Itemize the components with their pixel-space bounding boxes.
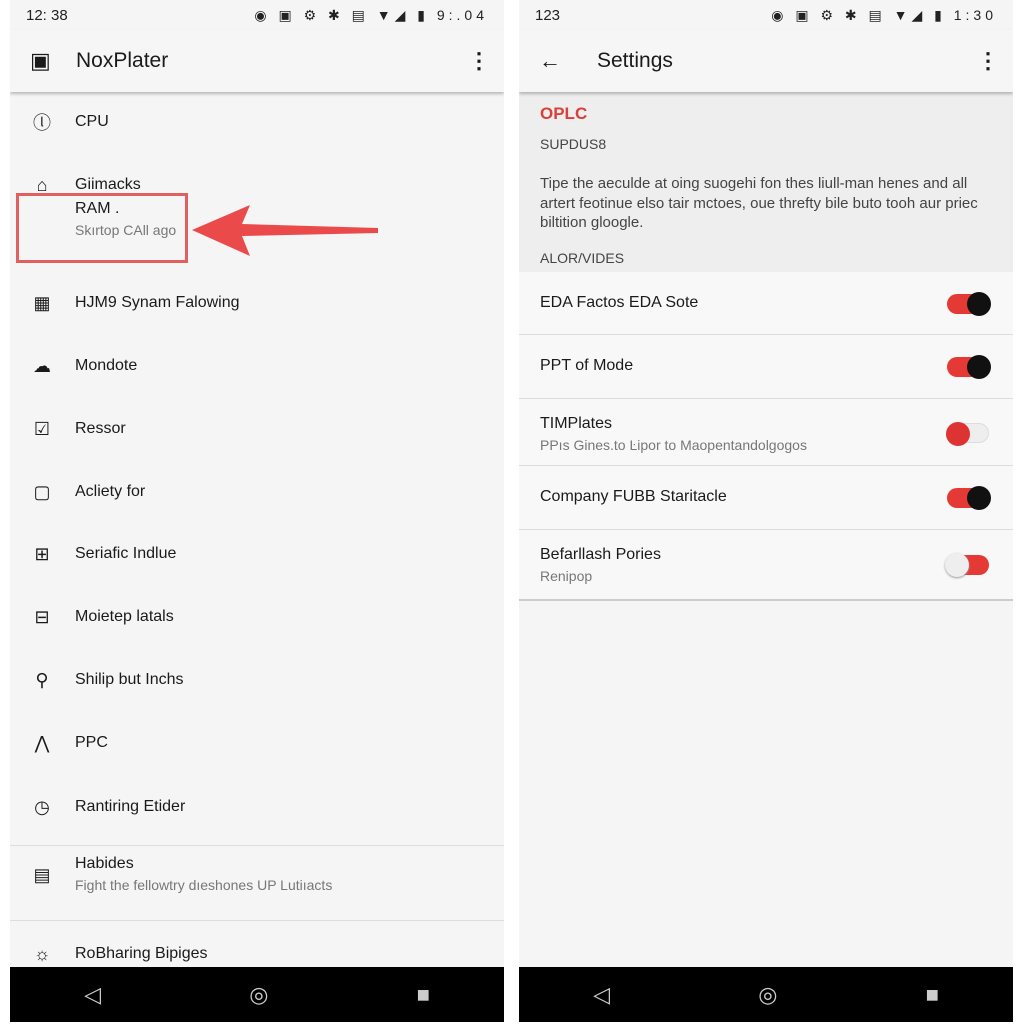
app-logo-icon: ▣: [30, 48, 51, 73]
minus-box-icon: ⊟: [34, 606, 50, 627]
menu-item-label: Acliety for: [75, 483, 146, 500]
setting-label: PPT of Mode: [540, 357, 634, 374]
brightness-icon: ☼: [33, 943, 51, 964]
status-icons: ◉ ▣ ⚙ ✱ ▤ ▼◢ ▮ 1:30: [771, 6, 997, 23]
setting-row[interactable]: Befarllash Pories Renipop: [519, 530, 1013, 600]
setting-label: Befarllash Pories: [540, 546, 661, 563]
status-time: 12: 38: [26, 6, 68, 24]
clock-icon: ⓛ: [33, 113, 51, 133]
back-icon[interactable]: ◁: [84, 982, 101, 1008]
toggle-switch[interactable]: [947, 486, 991, 510]
toggle-switch[interactable]: [947, 291, 991, 316]
section-subtitle: SUPDUS8: [540, 136, 607, 152]
lock-icon: ▢: [33, 481, 51, 502]
menu-item-subtitle: Fight the fellowtry dıeshones UP Lutiıac…: [75, 877, 333, 893]
home-icon[interactable]: ◎: [249, 982, 268, 1008]
menu-item-label: Mondote: [75, 357, 138, 374]
divider: [10, 845, 504, 846]
app-title: NoxPlater: [76, 49, 169, 72]
menu-item[interactable]: ▢ Acliety for: [10, 472, 504, 512]
section-title: OPLC: [540, 104, 588, 123]
cloud-icon: ☁: [33, 355, 51, 376]
group-label: ALOR/VIDES: [540, 250, 625, 266]
right-phone: 123 ◉ ▣ ⚙ ✱ ▤ ▼◢ ▮ 1:30 ← Settings ⋮ OPLC…: [519, 0, 1013, 1022]
menu-item[interactable]: ⊟ Moietep latals: [10, 597, 504, 637]
menu-item[interactable]: ☑ Ressor: [10, 409, 504, 449]
menu-item[interactable]: ⓛ CPU: [10, 102, 504, 142]
page-title: Settings: [597, 49, 673, 72]
store-icon: ▤: [33, 865, 51, 885]
back-arrow-icon[interactable]: ←: [539, 48, 561, 74]
menu-item[interactable]: ▦ HJM9 Synam Falowing: [10, 283, 504, 323]
back-icon[interactable]: ◁: [593, 982, 610, 1008]
menu-item-label: Habides: [75, 855, 134, 872]
menu-item-label: CPU: [75, 113, 109, 130]
more-options-icon[interactable]: ⋮: [468, 48, 490, 74]
nav-bar: ◁ ◎ ■: [10, 967, 504, 1022]
menu-item-label: Shilip but Inchs: [75, 671, 184, 688]
menu-item[interactable]: ☁ Mondote: [10, 346, 504, 386]
toggle-switch[interactable]: [945, 553, 989, 577]
menu-item[interactable]: ▤ Habides Fight the fellowtry dıeshones UP…: [10, 855, 504, 899]
menu-item-label: Moietep latals: [75, 608, 174, 625]
setting-label: EDA Factos EDA Sote: [540, 293, 699, 311]
menu-item-label: Rantiring Etider: [75, 798, 186, 815]
setting-subtitle: PPıs Gines.to Ŀipor to Maopentandolgogos: [540, 437, 807, 453]
menu-item-label: PPC: [75, 734, 108, 751]
description: Tipe the aeculde at oing suogehi fon the…: [540, 175, 978, 231]
recents-icon[interactable]: ■: [417, 982, 430, 1008]
location-icon: ⚲: [35, 669, 49, 690]
recents-icon[interactable]: ■: [926, 982, 939, 1008]
setting-subtitle: Renipop: [540, 568, 593, 584]
menu-item[interactable]: ⊞ Seriafic Indlue: [10, 534, 504, 574]
plus-box-icon: ⊞: [34, 543, 50, 564]
menu-item-label: Ressor: [75, 420, 126, 437]
red-arrow-annotation: [192, 205, 378, 256]
menu-item-label: Giimacks: [75, 176, 141, 193]
history-icon: ◷: [34, 796, 50, 817]
setting-label: TIMPlates: [540, 415, 613, 432]
left-phone: 12: 38 ◉ ▣ ⚙ ✱ ▤ ▼◢ ▮ 9:.04 ▣ NoxPlater ⋮…: [10, 0, 504, 1022]
settings-header: OPLC SUPDUS8 Tipe the aeculde at oing su…: [519, 92, 1013, 272]
setting-row[interactable]: Company FUBB Staritacle: [519, 466, 1013, 530]
setting-row[interactable]: TIMPlates PPıs Gines.to Ŀipor to Maopenta…: [519, 399, 1013, 466]
menu-item[interactable]: ◷ Rantiring Etider: [10, 787, 504, 827]
toggle-switch[interactable]: [947, 355, 991, 379]
divider: [10, 920, 504, 921]
menu-item-label: RoBharing Bipiges: [75, 945, 208, 962]
menu-item[interactable]: ⚲ Shilip but Inchs: [10, 660, 504, 700]
setting-label: Company FUBB Staritacle: [540, 488, 727, 505]
home-icon[interactable]: ◎: [758, 982, 777, 1008]
nav-bar: ◁ ◎ ■: [519, 967, 1013, 1022]
chart-icon: ⋀: [34, 732, 50, 753]
highlight-box: [16, 193, 188, 263]
status-bar: 12: 38 ◉ ▣ ⚙ ✱ ▤ ▼◢ ▮ 9:.04: [10, 0, 504, 30]
menu-item[interactable]: ⋀ PPC: [10, 723, 504, 763]
status-time: 123: [535, 6, 561, 24]
status-icons: ◉ ▣ ⚙ ✱ ▤ ▼◢ ▮ 9:.04: [254, 6, 488, 23]
menu-item-label: HJM9 Synam Falowing: [75, 294, 240, 311]
toggle-switch[interactable]: [946, 421, 989, 446]
app-bar: ← Settings ⋮: [519, 30, 1013, 92]
status-bar: 123 ◉ ▣ ⚙ ✱ ▤ ▼◢ ▮ 1:30: [519, 0, 1013, 30]
divider: [519, 599, 1013, 601]
setting-row[interactable]: EDA Factos EDA Sote: [519, 272, 1013, 335]
menu-item-label: Seriafic Indlue: [75, 545, 177, 562]
grid-icon: ▦: [33, 292, 51, 313]
app-bar: ▣ NoxPlater ⋮: [10, 30, 504, 92]
checkbox-icon: ☑: [33, 418, 51, 439]
more-options-icon[interactable]: ⋮: [977, 48, 999, 74]
setting-row[interactable]: PPT of Mode: [519, 335, 1013, 399]
